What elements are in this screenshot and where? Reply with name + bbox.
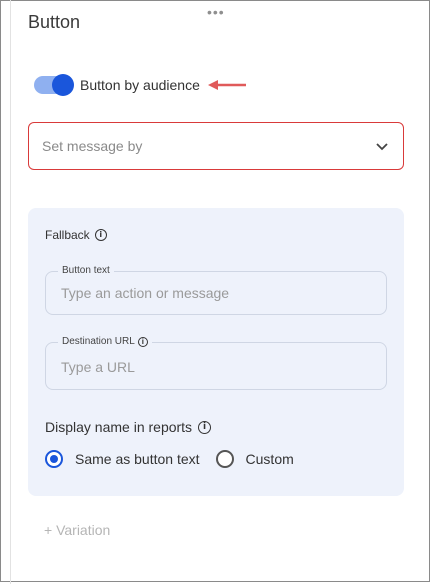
info-icon[interactable]: i [198,420,212,434]
radio-custom[interactable] [215,450,234,468]
destination-url-placeholder: Type a URL [61,359,135,375]
display-name-heading-text: Display name in reports [45,419,193,435]
audience-toggle-label: Button by audience [80,77,200,93]
add-variation-button[interactable]: + Variation [44,522,110,538]
button-text-label: Button text [58,265,114,276]
set-message-by-select[interactable]: Set message by [28,122,404,170]
left-arrow-icon [207,80,246,90]
info-icon[interactable]: i [137,336,148,347]
audience-toggle[interactable] [34,74,74,96]
button-text-label-text: Button text [62,265,110,276]
fallback-heading: Fallback i [45,228,107,242]
destination-url-label: Destination URL i [58,336,152,347]
audience-toggle-row: Button by audience [34,74,248,96]
button-text-field[interactable]: Button text Type an action or message [45,265,387,315]
destination-url-label-text: Destination URL [62,336,135,347]
destination-url-field[interactable]: Destination URL i Type a URL [45,336,387,390]
fallback-heading-text: Fallback [45,228,90,242]
toggle-knob [52,74,74,96]
fallback-card: Fallback i Button text Type an action or… [28,208,404,496]
panel-title: Button [28,12,81,32]
info-icon[interactable]: i [94,229,107,241]
button-text-placeholder: Type an action or message [61,285,230,301]
select-placeholder: Set message by [42,138,143,154]
radio-label-custom[interactable]: Custom [246,451,294,467]
radio-same-as-button-text[interactable] [45,450,63,468]
more-horizontal-icon[interactable]: ••• [207,5,225,19]
display-name-options: Same as button text Custom [45,450,294,468]
display-name-heading: Display name in reports i [45,419,212,435]
chevron-down-icon [376,143,388,151]
panel-divider [10,0,11,584]
radio-label-same-as-button-text[interactable]: Same as button text [75,451,200,467]
